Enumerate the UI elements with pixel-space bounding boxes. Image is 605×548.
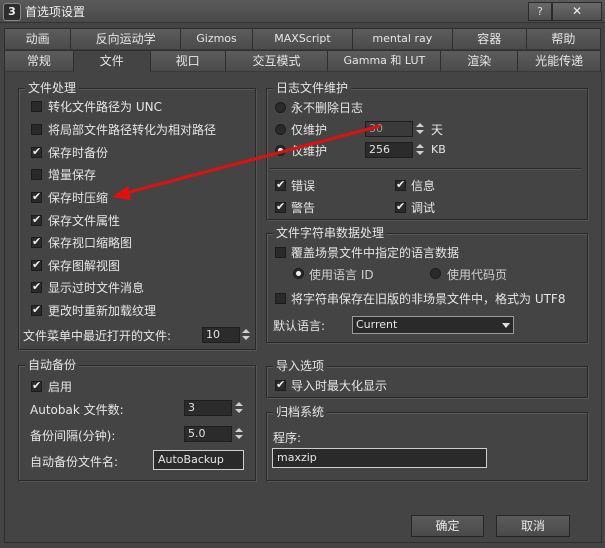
annotation-arrow-line — [121, 124, 381, 196]
annotation-arrow — [112, 124, 381, 200]
annotation-arrow-head — [112, 186, 131, 200]
